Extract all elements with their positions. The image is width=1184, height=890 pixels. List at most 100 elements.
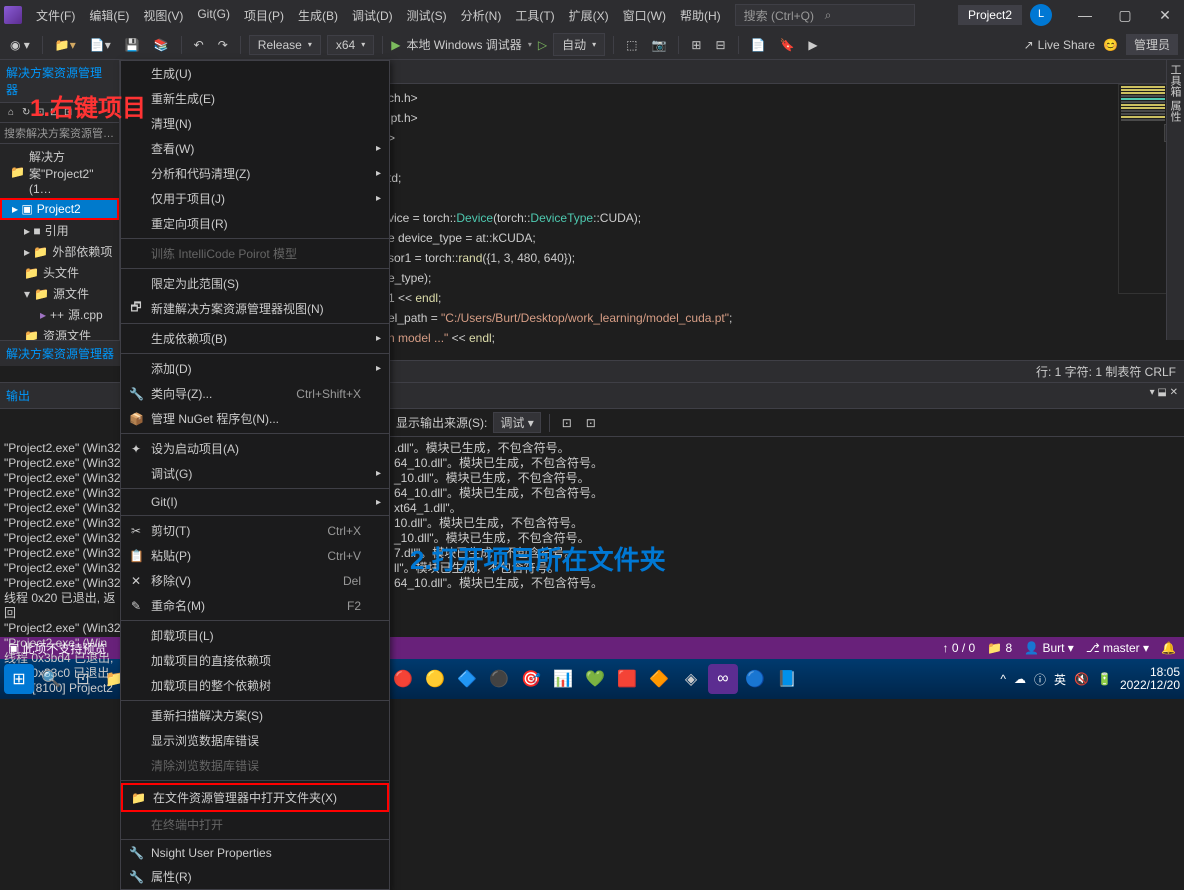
mode-dropdown[interactable]: 自动▾ — [553, 33, 605, 56]
menu-测试(S)[interactable]: 测试(S) — [401, 3, 453, 28]
app-icon-5[interactable]: 🔴 — [388, 664, 418, 694]
menu-编辑(E)[interactable]: 编辑(E) — [83, 3, 135, 28]
ctx-管理 NuGet 程序包(N)...[interactable]: 📦管理 NuGet 程序包(N)... — [121, 406, 389, 431]
system-tray[interactable]: ^☁ⓘ英🔇🔋 18:052022/12/20 — [1000, 666, 1180, 692]
sources-node[interactable]: ▾ 📁 源文件 — [0, 283, 119, 304]
home-icon[interactable]: ⌂ — [4, 105, 16, 120]
save-button[interactable]: 💾 — [121, 36, 144, 54]
ctx-卸载项目(L)[interactable]: 卸载项目(L) — [121, 623, 389, 648]
app-icon-11[interactable]: 🟥 — [612, 664, 642, 694]
minimap[interactable] — [1118, 84, 1168, 294]
menu-Git(G)[interactable]: Git(G) — [191, 3, 236, 28]
sync-icon[interactable]: ↻ — [18, 105, 30, 120]
ctx-清理(N)[interactable]: 清理(N) — [121, 111, 389, 136]
clock[interactable]: 18:052022/12/20 — [1120, 666, 1180, 692]
tb-icon7[interactable]: ▶ — [804, 36, 821, 54]
ctx-加载项目的整个依赖树[interactable]: 加载项目的整个依赖树 — [121, 673, 389, 698]
notifications-icon[interactable]: 🔔 — [1161, 641, 1176, 655]
ctx-重新生成(E)[interactable]: 重新生成(E) — [121, 86, 389, 111]
ctx-新建解决方案资源管理器视图(N)[interactable]: 🗗新建解决方案资源管理器视图(N) — [121, 296, 389, 321]
menu-分析(N)[interactable]: 分析(N) — [455, 3, 508, 28]
app-icon-12[interactable]: 🔶 — [644, 664, 674, 694]
output-wrap-icon[interactable]: ⊡ — [582, 414, 600, 432]
external-deps-node[interactable]: ▸ 📁 外部依赖项 — [0, 241, 119, 262]
ctx-查看(W)[interactable]: 查看(W) — [121, 136, 389, 161]
app-icon-13[interactable]: 🔵 — [740, 664, 770, 694]
vs-taskbar-icon[interactable]: ∞ — [708, 664, 738, 694]
menu-项目(P)[interactable]: 项目(P) — [238, 3, 290, 28]
project-node[interactable]: ▸ ▣ Project2 — [0, 198, 119, 220]
menu-窗口(W)[interactable]: 窗口(W) — [617, 3, 672, 28]
ctx-调试(G)[interactable]: 调试(G) — [121, 461, 389, 486]
back-button[interactable]: ◉ ▾ — [6, 36, 34, 54]
headers-node[interactable]: 📁 头文件 — [0, 262, 119, 283]
app-icon-10[interactable]: 📊 — [548, 664, 578, 694]
ctx-剪切(T)[interactable]: ✂剪切(T)Ctrl+X — [121, 518, 389, 543]
search-input[interactable]: 搜索 (Ctrl+Q) ⌕ — [735, 4, 915, 26]
app-icon-6[interactable]: 🟡 — [420, 664, 450, 694]
ctx-在文件资源管理器中打开文件夹(X)[interactable]: 📁在文件资源管理器中打开文件夹(X) — [121, 783, 389, 812]
source-cpp-node[interactable]: ▸ ++ 源.cpp — [0, 304, 119, 325]
solution-root[interactable]: 📁 解决方案"Project2"(1… — [0, 146, 119, 198]
ctx-设为启动项目(A)[interactable]: ✦设为启动项目(A) — [121, 436, 389, 461]
menu-工具(T)[interactable]: 工具(T) — [509, 3, 560, 28]
ctx-移除(V)[interactable]: ✕移除(V)Del — [121, 568, 389, 593]
play-noDebug-icon[interactable]: ▷ — [538, 38, 547, 52]
commits-indicator[interactable]: ↑ 0 / 0 — [943, 641, 976, 655]
task-view-icon[interactable]: ⊡ — [68, 664, 98, 694]
tb-icon6[interactable]: 🔖 — [775, 36, 798, 54]
ctx-重命名(M)[interactable]: ✎重命名(M)F2 — [121, 593, 389, 618]
repo-icon[interactable]: 📁 8 — [987, 641, 1012, 655]
app-icon-7[interactable]: 🔷 — [452, 664, 482, 694]
ctx-Nsight User Properties[interactable]: 🔧Nsight User Properties — [121, 842, 389, 864]
ctx-属性(R)[interactable]: 🔧属性(R) — [121, 864, 389, 889]
references-node[interactable]: ▸ ■ 引用 — [0, 220, 119, 241]
ctx-生成(U)[interactable]: 生成(U) — [121, 61, 389, 86]
redo-button[interactable]: ↷ — [214, 36, 232, 54]
new-button[interactable]: 📁▾ — [51, 36, 80, 54]
start-button[interactable]: ⊞ — [4, 664, 34, 694]
vertical-toolbox[interactable]: 工具箱 属性 — [1166, 60, 1184, 340]
menu-文件(F)[interactable]: 文件(F) — [30, 3, 81, 28]
play-icon[interactable]: ▶ — [391, 38, 400, 52]
ctx-显示浏览数据库错误[interactable]: 显示浏览数据库错误 — [121, 728, 389, 753]
saveall-button[interactable]: 📚 — [150, 36, 173, 54]
ctx-加载项目的直接依赖项[interactable]: 加载项目的直接依赖项 — [121, 648, 389, 673]
ctx-Git(I)[interactable]: Git(I) — [121, 491, 389, 513]
menu-生成(B)[interactable]: 生成(B) — [292, 3, 344, 28]
ctx-分析和代码清理(Z)[interactable]: 分析和代码清理(Z) — [121, 161, 389, 186]
output-clear-icon[interactable]: ⊡ — [558, 414, 576, 432]
app-icon-14[interactable]: 📘 — [772, 664, 802, 694]
ctx-粘贴(P)[interactable]: 📋粘贴(P)Ctrl+V — [121, 543, 389, 568]
search-taskbar-icon[interactable]: 🔍 — [36, 664, 66, 694]
tb-icon2[interactable]: 📷 — [647, 36, 670, 54]
user-avatar[interactable]: L — [1030, 4, 1052, 26]
branch-indicator[interactable]: ⎇ master ▾ — [1086, 641, 1149, 655]
menu-视图(V)[interactable]: 视图(V) — [137, 3, 189, 28]
platform-dropdown[interactable]: x64▾ — [327, 35, 374, 55]
minimize-button[interactable]: — — [1070, 7, 1100, 24]
ctx-重定向项目(R)[interactable]: 重定向项目(R) — [121, 211, 389, 236]
maximize-button[interactable]: ▢ — [1110, 7, 1140, 24]
menu-帮助(H)[interactable]: 帮助(H) — [674, 3, 727, 28]
tb-icon5[interactable]: 📄 — [747, 36, 770, 54]
tb-icon1[interactable]: ⬚ — [622, 36, 641, 54]
config-dropdown[interactable]: Release▾ — [249, 35, 321, 55]
ctx-限定为此范围(S)[interactable]: 限定为此范围(S) — [121, 271, 389, 296]
debugger-label[interactable]: 本地 Windows 调试器 — [406, 36, 521, 53]
app-icon-9[interactable]: 🎯 — [516, 664, 546, 694]
tb-icon3[interactable]: ⊞ — [687, 36, 705, 54]
ctx-仅用于项目(J)[interactable]: 仅用于项目(J) — [121, 186, 389, 211]
ctx-添加(D)[interactable]: 添加(D) — [121, 356, 389, 381]
wechat-icon[interactable]: 💚 — [580, 664, 610, 694]
app-icon-8[interactable]: ⚫ — [484, 664, 514, 694]
feedback-icon[interactable]: 😊 — [1103, 38, 1118, 52]
ctx-重新扫描解决方案(S)[interactable]: 重新扫描解决方案(S) — [121, 703, 389, 728]
open-button[interactable]: 📄▾ — [86, 36, 115, 54]
tab-solution-explorer[interactable]: 解决方案资源管理器 — [6, 345, 114, 362]
ctx-生成依赖项(B)[interactable]: 生成依赖项(B) — [121, 326, 389, 351]
pycharm-icon[interactable]: ◈ — [676, 664, 706, 694]
user-indicator[interactable]: 👤 Burt ▾ — [1024, 641, 1074, 655]
solution-search[interactable]: 搜索解决方案资源管… — [0, 123, 119, 144]
liveshare-button[interactable]: ↗ Live Share — [1024, 38, 1095, 52]
